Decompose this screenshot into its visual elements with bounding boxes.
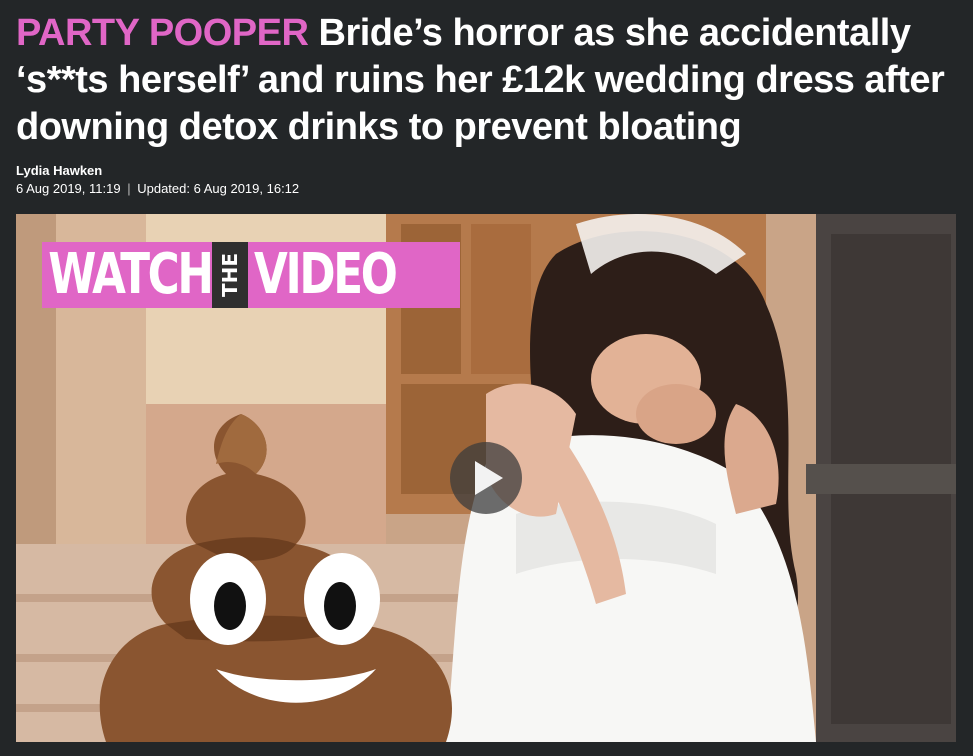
banner-watch-word: WATCH	[42, 242, 218, 308]
play-icon[interactable]	[475, 461, 503, 495]
banner-video-word: VIDEO	[248, 242, 460, 308]
date-separator: |	[127, 181, 131, 196]
play-button[interactable]	[450, 442, 522, 514]
updated-date: Updated: 6 Aug 2019, 16:12	[137, 181, 300, 196]
banner-video-text: VIDEO	[254, 242, 398, 307]
banner-the-text: THE	[218, 252, 243, 298]
banner-the-word: THE	[212, 242, 248, 308]
published-date: 6 Aug 2019, 11:19	[16, 181, 121, 196]
author-name[interactable]: Lydia Hawken	[16, 163, 102, 178]
video-player[interactable]: WATCH THE VIDEO	[16, 214, 956, 742]
headline-kicker: PARTY POOPER	[16, 12, 309, 54]
author-byline[interactable]: Lydia Hawken	[16, 163, 102, 178]
article-dateline: 6 Aug 2019, 11:19 | Updated: 6 Aug 2019,…	[16, 181, 299, 196]
watch-the-video-banner: WATCH THE VIDEO	[42, 242, 460, 308]
article-headline: PARTY POOPER Bride’s horror as she accid…	[16, 10, 956, 151]
